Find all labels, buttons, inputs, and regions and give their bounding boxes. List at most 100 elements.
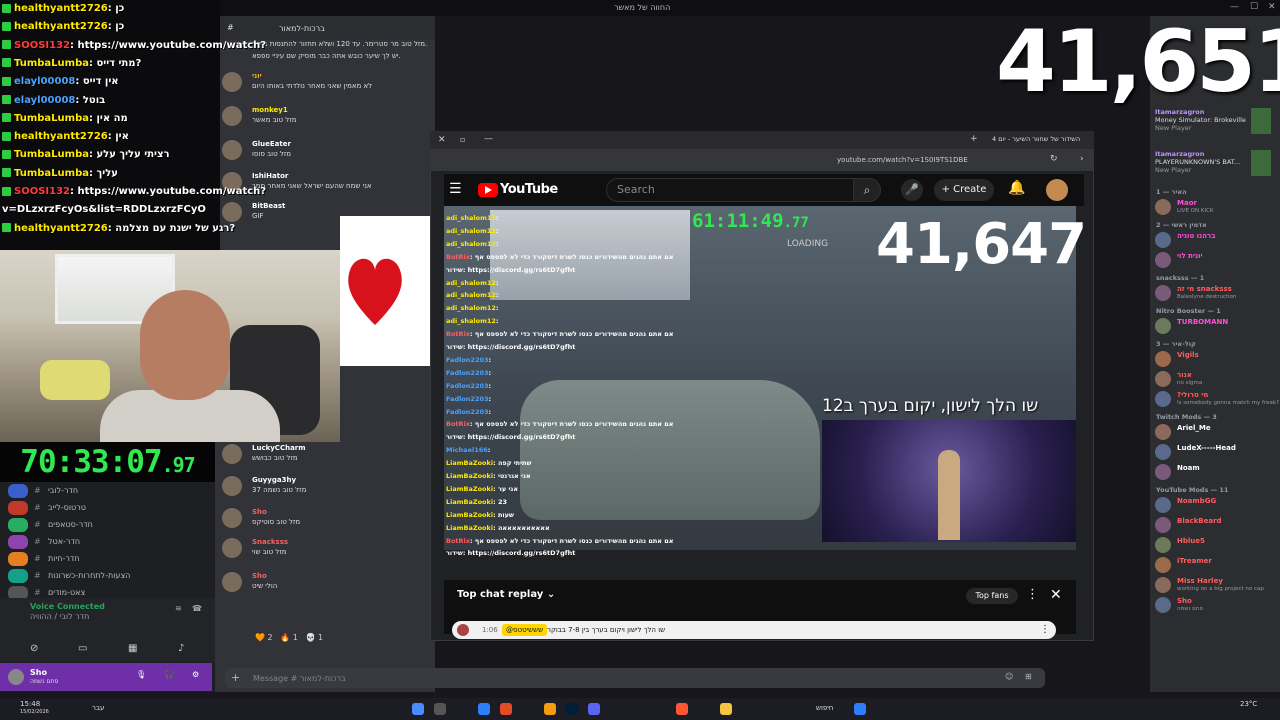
voice-search-icon[interactable]: 🎤 — [901, 179, 923, 201]
game-item[interactable]: Itamarzagron PLAYERUNKNOWN'S BAT... New Pl… — [1155, 150, 1275, 186]
disconnect-icon[interactable]: ☎ — [192, 604, 202, 613]
settings-gear-icon[interactable]: ⚙ — [192, 670, 199, 679]
taskbar-search[interactable]: חיפוש — [816, 704, 833, 712]
reaction-skull[interactable]: 💀 1 — [306, 633, 324, 642]
folder-icon[interactable] — [720, 703, 732, 715]
top-chat-dropdown[interactable]: Top chat replay ⌄ — [457, 589, 555, 600]
member-item[interactable]: ברהנו טוניה — [1155, 231, 1277, 249]
reaction-heart[interactable]: 🧡 2 — [255, 633, 273, 642]
taskbar-lang[interactable]: עבר — [92, 704, 104, 712]
more-options-icon[interactable]: ⋮ — [1026, 587, 1039, 602]
game-item[interactable]: Itamarzagron Money Simulator: Brokeville N… — [1155, 108, 1275, 144]
message-author[interactable]: BitBeast — [252, 202, 285, 210]
camera-off-icon[interactable]: ⊘ — [30, 643, 38, 654]
maximize-button[interactable]: ☐ — [1250, 2, 1258, 12]
message-reactions[interactable]: 🧡 2 🔥 1 💀 1 — [255, 633, 323, 642]
youtube-search-input[interactable]: Search — [606, 178, 854, 202]
pinned-message[interactable]: 1:06 @שששיטטס שו הלך לישון ויקום בערך בי… — [452, 621, 1056, 639]
channel-item[interactable]: חדר-לובי — [48, 486, 78, 495]
member-item[interactable]: מי זה snacksss Baleslyne destruction — [1155, 284, 1277, 302]
message-input[interactable]: + Message # ברכות-למאור ☺ ⊞ — [225, 668, 1045, 688]
account-avatar[interactable] — [1046, 179, 1068, 201]
menu-icon[interactable]: ☰ — [449, 181, 462, 197]
chrome-icon[interactable] — [500, 703, 512, 715]
server-icon[interactable] — [8, 569, 28, 583]
search-icon[interactable]: ⌕ — [853, 178, 881, 202]
user-avatar[interactable] — [222, 444, 242, 464]
server-icon[interactable] — [8, 552, 28, 566]
explorer-icon[interactable] — [544, 703, 556, 715]
emoji-icon[interactable]: ☺ — [1005, 672, 1013, 681]
member-item[interactable]: Sho סתם נשמה — [1155, 596, 1277, 614]
server-icon[interactable] — [8, 484, 28, 498]
member-item[interactable]: iTreamer — [1155, 556, 1277, 574]
soundboard-icon[interactable]: ♪ — [178, 643, 184, 654]
discord-icon[interactable] — [588, 703, 600, 715]
user-avatar[interactable] — [222, 72, 242, 92]
user-avatar[interactable] — [222, 476, 242, 496]
member-item[interactable]: יונית לוי — [1155, 251, 1277, 269]
message-author[interactable]: יוני — [252, 72, 262, 80]
message-author[interactable]: Sho — [252, 572, 267, 580]
noise-suppression-icon[interactable]: ≋ — [175, 604, 182, 613]
new-tab-icon[interactable]: + — [970, 134, 978, 144]
add-attachment-icon[interactable]: + — [231, 671, 240, 684]
channel-item[interactable]: טרטוס-לייב — [48, 503, 86, 512]
member-item[interactable]: Vigils — [1155, 350, 1277, 368]
member-item[interactable]: Noam — [1155, 463, 1277, 481]
server-icon[interactable] — [8, 501, 28, 515]
user-avatar[interactable] — [8, 669, 24, 685]
reaction-fire[interactable]: 🔥 1 — [280, 633, 298, 642]
channel-item[interactable]: צאט-מודים — [48, 588, 85, 597]
message-author[interactable]: Sho — [252, 508, 267, 516]
pinned-menu-icon[interactable]: ⋮ — [1040, 621, 1050, 639]
member-item[interactable]: ?מי טרולי Is somebody gonna match my frea… — [1155, 390, 1279, 408]
user-avatar[interactable] — [222, 202, 242, 222]
minimize-button[interactable]: — — [1230, 2, 1239, 12]
member-item[interactable]: Miss Harley working on a big project no c… — [1155, 576, 1277, 594]
member-item[interactable]: אנור no sigma — [1155, 370, 1277, 388]
restore-icon[interactable]: ▫ — [460, 135, 465, 144]
message-author[interactable]: LuckyCCharm — [252, 444, 306, 452]
activities-icon[interactable]: ▦ — [128, 643, 137, 654]
top-fans-button[interactable]: Top fans — [966, 588, 1018, 604]
youtube-logo[interactable]: YouTube — [478, 181, 558, 199]
server-icon[interactable] — [8, 518, 28, 532]
mic-icon[interactable]: 🎙 — [136, 670, 146, 679]
user-avatar[interactable] — [222, 106, 242, 126]
message-author[interactable]: IshiHator — [252, 172, 288, 180]
channel-item[interactable]: חדר-חיות — [48, 554, 79, 563]
reload-icon[interactable]: ↻ — [1050, 154, 1058, 164]
member-item[interactable]: Hblue5 — [1155, 536, 1277, 554]
channel-item[interactable]: חדר-סטאפים — [48, 520, 93, 529]
browser-tab-title[interactable]: השידור של שחוור השיער - יום 4 — [992, 135, 1080, 143]
channel-item[interactable]: הצעות-לתחרות-כשרונות — [48, 571, 130, 580]
message-author[interactable]: Snacksss — [252, 538, 288, 546]
close-window-button[interactable]: ✕ — [1268, 2, 1276, 12]
close-browser-icon[interactable]: ✕ — [438, 135, 446, 145]
user-avatar[interactable] — [222, 572, 242, 592]
screen-share-icon[interactable]: ▭ — [78, 643, 87, 654]
gift-icon[interactable]: ⊞ — [1025, 672, 1032, 681]
server-icon[interactable] — [8, 535, 28, 549]
member-item[interactable]: BlackBeard — [1155, 516, 1277, 534]
message-author[interactable]: GlueEater — [252, 140, 291, 148]
notifications-bell-icon[interactable]: 🔔 — [1008, 180, 1025, 196]
windows-icon[interactable] — [854, 703, 866, 715]
member-item[interactable]: Maor LIVE ON KICK — [1155, 198, 1277, 216]
brave-icon[interactable] — [676, 703, 688, 715]
create-button[interactable]: + Create — [934, 179, 994, 201]
member-item[interactable]: Ariel_Me — [1155, 423, 1277, 441]
minimize-browser-icon[interactable]: — — [484, 134, 493, 144]
task-view-icon[interactable] — [434, 703, 446, 715]
user-avatar[interactable] — [222, 508, 242, 528]
member-item[interactable]: TURBOMANN — [1155, 317, 1277, 335]
message-author[interactable]: monkey1 — [252, 106, 288, 114]
member-item[interactable]: NoambGG — [1155, 496, 1277, 514]
start-icon[interactable] — [412, 703, 424, 715]
forward-icon[interactable]: › — [1080, 154, 1084, 164]
channel-item[interactable]: חדר-אטל — [48, 537, 80, 546]
user-avatar[interactable] — [222, 538, 242, 558]
edge-icon[interactable] — [478, 703, 490, 715]
headphones-icon[interactable]: 🎧 — [164, 670, 174, 679]
